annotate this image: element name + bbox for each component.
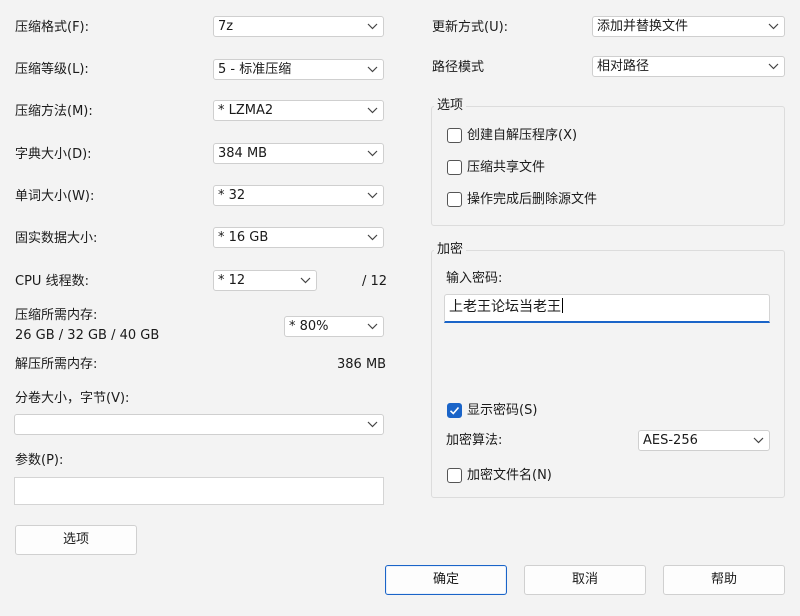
- mem-decompress-label: 解压所需内存:: [15, 357, 98, 372]
- mem-usage-select[interactable]: * 80%: [284, 316, 384, 337]
- volume-select[interactable]: [14, 414, 384, 435]
- show-password-label: 显示密码(S): [467, 403, 538, 418]
- chevron-down-icon: [367, 421, 378, 428]
- encryption-method-select[interactable]: AES-256: [638, 430, 770, 451]
- mem-usage-value: * 80%: [289, 319, 329, 334]
- ok-button[interactable]: 确定: [385, 565, 507, 595]
- password-value: 上老王论坛当老王: [449, 299, 561, 315]
- word-value: * 32: [218, 188, 246, 203]
- word-label: 单词大小(W):: [15, 189, 95, 204]
- format-value: 7z: [218, 19, 234, 34]
- threads-max: / 12: [362, 274, 388, 289]
- help-button[interactable]: 帮助: [663, 565, 785, 595]
- chevron-down-icon: [367, 66, 378, 73]
- dict-select[interactable]: 384 MB: [213, 143, 384, 164]
- path-mode-value: 相对路径: [597, 59, 650, 74]
- level-value: 5 - 标准压缩: [218, 62, 292, 77]
- chevron-down-icon: [367, 107, 378, 114]
- chevron-down-icon: [367, 23, 378, 30]
- encrypt-names-label: 加密文件名(N): [467, 468, 552, 483]
- method-label: 压缩方法(M):: [15, 104, 93, 119]
- chevron-down-icon: [367, 323, 378, 330]
- sfx-label: 创建自解压程序(X): [467, 128, 578, 143]
- threads-value: * 12: [218, 273, 246, 288]
- solid-value: * 16 GB: [218, 230, 269, 245]
- path-mode-select[interactable]: 相对路径: [592, 56, 785, 77]
- threads-label: CPU 线程数:: [15, 274, 89, 289]
- update-mode-value: 添加并替换文件: [597, 19, 689, 34]
- password-input[interactable]: 上老王论坛当老王: [444, 294, 770, 323]
- encryption-method-value: AES-256: [643, 433, 698, 448]
- path-mode-label: 路径模式: [432, 60, 485, 75]
- encryption-group-title: 加密: [434, 242, 467, 258]
- delete-source-checkbox[interactable]: [447, 192, 462, 207]
- dict-label: 字典大小(D):: [15, 147, 92, 162]
- format-label: 压缩格式(F):: [15, 20, 90, 35]
- options-group-title: 选项: [434, 98, 467, 114]
- delete-source-label: 操作完成后删除源文件: [467, 192, 598, 207]
- chevron-down-icon: [768, 63, 779, 70]
- options-button[interactable]: 选项: [15, 525, 137, 555]
- solid-label: 固实数据大小:: [15, 231, 98, 246]
- params-label: 参数(P):: [15, 453, 64, 468]
- chevron-down-icon: [367, 150, 378, 157]
- params-input[interactable]: [14, 477, 384, 505]
- show-password-checkbox[interactable]: [447, 403, 462, 418]
- chevron-down-icon: [753, 437, 764, 444]
- sfx-checkbox[interactable]: [447, 128, 462, 143]
- dict-value: 384 MB: [218, 146, 268, 161]
- chevron-down-icon: [367, 234, 378, 241]
- format-select[interactable]: 7z: [213, 16, 384, 37]
- solid-select[interactable]: * 16 GB: [213, 227, 384, 248]
- level-label: 压缩等级(L):: [15, 62, 89, 77]
- mem-decompress-value: 386 MB: [337, 357, 387, 372]
- shared-label: 压缩共享文件: [467, 160, 546, 175]
- chevron-down-icon: [300, 277, 311, 284]
- text-caret: [562, 298, 563, 313]
- password-label: 输入密码:: [446, 271, 503, 286]
- mem-compress-label: 压缩所需内存:: [15, 308, 98, 323]
- update-mode-label: 更新方式(U):: [432, 20, 509, 35]
- method-value: * LZMA2: [218, 103, 274, 118]
- word-select[interactable]: * 32: [213, 185, 384, 206]
- method-select[interactable]: * LZMA2: [213, 100, 384, 121]
- level-select[interactable]: 5 - 标准压缩: [213, 59, 384, 80]
- cancel-button[interactable]: 取消: [524, 565, 646, 595]
- checkmark-icon: [449, 406, 460, 415]
- encrypt-names-checkbox[interactable]: [447, 468, 462, 483]
- update-mode-select[interactable]: 添加并替换文件: [592, 16, 785, 37]
- encryption-method-label: 加密算法:: [446, 433, 503, 448]
- chevron-down-icon: [367, 192, 378, 199]
- mem-compress-detail: 26 GB / 32 GB / 40 GB: [15, 328, 160, 343]
- chevron-down-icon: [768, 23, 779, 30]
- threads-select[interactable]: * 12: [213, 270, 317, 291]
- shared-checkbox[interactable]: [447, 160, 462, 175]
- volume-label: 分卷大小，字节(V):: [15, 391, 130, 406]
